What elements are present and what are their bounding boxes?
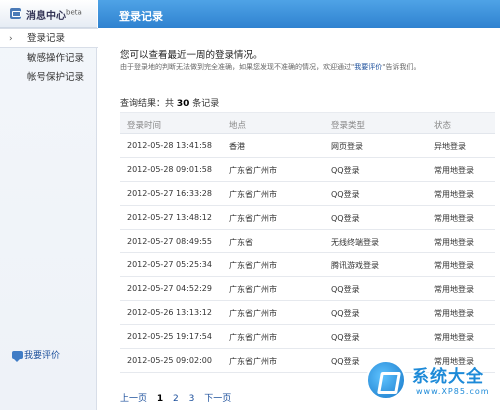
cell-time: 2012-05-27 04:52:29 bbox=[127, 284, 212, 294]
column-header-time: 登录时间 bbox=[127, 121, 162, 131]
watermark-url: www.XP85.com bbox=[416, 387, 490, 396]
cell-type: QQ登录 bbox=[331, 357, 360, 367]
cell-time: 2012-05-27 13:48:12 bbox=[127, 212, 212, 222]
chat-bubble-icon bbox=[12, 351, 23, 362]
cell-location: 广东省广州市 bbox=[229, 165, 277, 175]
cell-location: 广东省广州市 bbox=[229, 189, 277, 199]
feedback-label: 我要评价 bbox=[24, 351, 61, 361]
cell-status: 常用地登录 bbox=[434, 213, 474, 223]
watermark-title: 系统大全 bbox=[412, 367, 484, 387]
table-row: 2012-05-27 04:52:29 广东省广州市 QQ登录 常用地登录 bbox=[120, 277, 495, 302]
table-row: 2012-05-25 19:17:54 广东省广州市 QQ登录 常用地登录 bbox=[120, 325, 495, 350]
cell-type: QQ登录 bbox=[331, 165, 360, 175]
feedback-link[interactable]: 我要评价 bbox=[12, 348, 61, 362]
cell-status: 常用地登录 bbox=[434, 189, 474, 199]
table-row: 2012-05-27 05:25:34 广东省广州市 腾讯游戏登录 常用地登录 bbox=[120, 253, 495, 278]
cell-location: 香港 bbox=[229, 142, 245, 151]
page-link-3[interactable]: 3 bbox=[189, 394, 195, 404]
next-page-link[interactable]: 下一页 bbox=[204, 394, 231, 404]
column-header-location: 地点 bbox=[229, 121, 247, 131]
sidebar-item-account-protection[interactable]: 帐号保护记录 bbox=[0, 68, 97, 88]
table-row: 2012-05-26 13:13:12 广东省广州市 QQ登录 常用地登录 bbox=[120, 301, 495, 326]
page-link-1[interactable]: 1 bbox=[157, 394, 163, 404]
cell-time: 2012-05-28 09:01:58 bbox=[127, 164, 212, 174]
cell-status: 常用地登录 bbox=[434, 261, 474, 271]
table-row: 2012-05-27 16:33:28 广东省广州市 QQ登录 常用地登录 bbox=[120, 182, 495, 206]
cell-type: QQ登录 bbox=[331, 189, 360, 199]
pagination: 上一页 1 2 3 下一页 bbox=[120, 391, 238, 404]
cell-status: 常用地登录 bbox=[434, 165, 474, 175]
cell-location: 广东省广州市 bbox=[229, 285, 277, 295]
login-records-table: 登录时间 地点 登录类型 状态 2012-05-28 13:41:58 香港 网页登… bbox=[120, 112, 495, 373]
cell-status: 常用地登录 bbox=[434, 285, 474, 295]
cell-location: 广东省 bbox=[229, 237, 253, 247]
cell-status: 常用地登录 bbox=[434, 309, 474, 319]
cell-time: 2012-05-26 13:13:12 bbox=[127, 308, 212, 318]
cell-time: 2012-05-27 05:25:34 bbox=[127, 260, 212, 270]
cell-status: 常用地登录 bbox=[434, 333, 474, 343]
column-header-type: 登录类型 bbox=[331, 121, 366, 131]
cell-type: QQ登录 bbox=[331, 333, 360, 343]
table-body: 2012-05-28 13:41:58 香港 网页登录 异地登录 2012-05-28 … bbox=[120, 134, 495, 373]
cell-status: 常用地登录 bbox=[434, 237, 474, 247]
cell-time: 2012-05-28 13:41:58 bbox=[127, 141, 212, 150]
result-summary: 查询结果：共 30 条记录 bbox=[120, 99, 220, 109]
site-watermark: 系统大全 www.XP85.com bbox=[362, 360, 500, 410]
cell-type: 网页登录 bbox=[331, 142, 363, 151]
page-link-2[interactable]: 2 bbox=[173, 394, 179, 404]
table-row: 2012-05-28 13:41:58 香港 网页登录 异地登录 bbox=[120, 134, 495, 158]
cell-type: QQ登录 bbox=[331, 285, 360, 295]
cell-time: 2012-05-27 08:49:55 bbox=[127, 236, 212, 246]
sidebar-item-label: 敏感操作记录 bbox=[27, 53, 85, 64]
page-title: 登录记录 bbox=[119, 10, 163, 23]
header-bar: 登录记录 bbox=[98, 0, 500, 28]
cell-type: QQ登录 bbox=[331, 309, 360, 319]
table-row: 2012-05-27 08:49:55 广东省 无线终端登录 常用地登录 bbox=[120, 230, 495, 254]
chevron-right-icon: › bbox=[9, 34, 13, 44]
message-center-icon bbox=[10, 8, 21, 19]
disclaimer-note: 由于登录地的判断无法做到完全准确，如果您发现不准确的情况，欢迎通过"我要评价"告… bbox=[120, 63, 421, 71]
cell-location: 广东省广州市 bbox=[229, 309, 277, 319]
watermark-logo-icon bbox=[366, 360, 406, 400]
cell-time: 2012-05-25 19:17:54 bbox=[127, 332, 212, 342]
cell-time: 2012-05-25 09:02:00 bbox=[127, 356, 212, 366]
result-count: 30 bbox=[176, 99, 190, 109]
prev-page-link[interactable]: 上一页 bbox=[120, 394, 147, 404]
cell-status: 异地登录 bbox=[434, 142, 466, 151]
sidebar-item-login-records[interactable]: › 登录记录 bbox=[0, 28, 98, 48]
feedback-inline-link[interactable]: 我要评价 bbox=[354, 63, 382, 71]
cell-type: 腾讯游戏登录 bbox=[331, 261, 379, 271]
cell-location: 广东省广州市 bbox=[229, 333, 277, 343]
column-header-status: 状态 bbox=[434, 121, 452, 131]
cell-location: 广东省广州市 bbox=[229, 357, 277, 367]
cell-time: 2012-05-27 16:33:28 bbox=[127, 188, 212, 198]
cell-type: QQ登录 bbox=[331, 213, 360, 223]
cell-type: 无线终端登录 bbox=[331, 237, 379, 247]
table-row: 2012-05-28 09:01:58 广东省广州市 QQ登录 常用地登录 bbox=[120, 158, 495, 182]
cell-location: 广东省广州市 bbox=[229, 261, 277, 271]
sidebar-item-sensitive-ops[interactable]: 敏感操作记录 bbox=[0, 49, 97, 69]
sidebar-header: 消息中心beta bbox=[0, 0, 97, 28]
cell-location: 广东省广州市 bbox=[229, 213, 277, 223]
intro-text: 您可以查看最近一周的登录情况。 bbox=[120, 50, 263, 61]
sidebar-item-label: 登录记录 bbox=[27, 33, 66, 44]
table-row: 2012-05-27 13:48:12 广东省广州市 QQ登录 常用地登录 bbox=[120, 206, 495, 230]
sidebar: 消息中心beta › 登录记录 敏感操作记录 帐号保护记录 我要评价 bbox=[0, 0, 98, 410]
table-header: 登录时间 地点 登录类型 状态 bbox=[120, 112, 495, 134]
sidebar-item-label: 帐号保护记录 bbox=[27, 72, 85, 83]
sidebar-title: 消息中心beta bbox=[26, 8, 82, 22]
